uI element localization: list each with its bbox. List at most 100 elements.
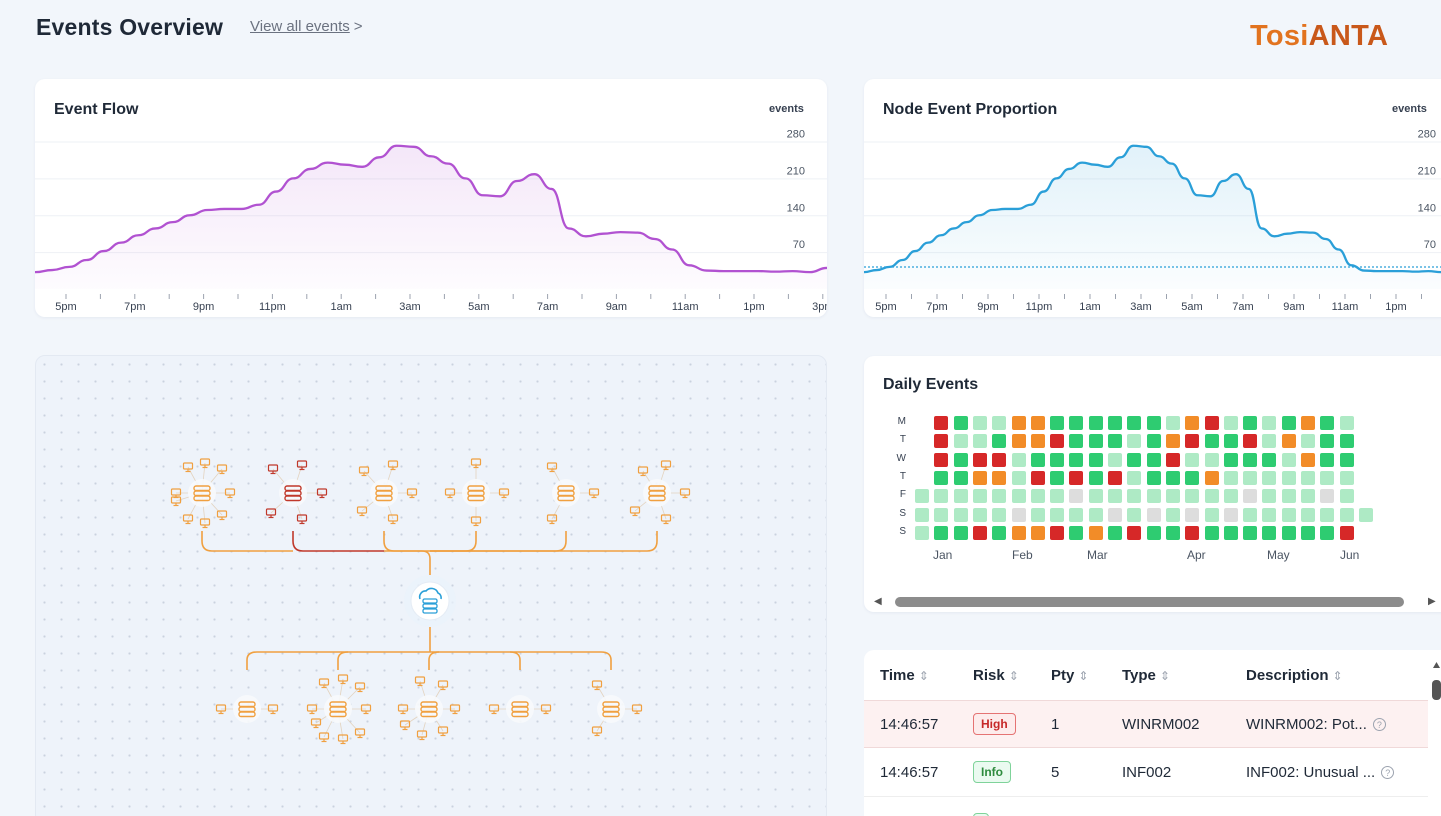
heatmap-cell[interactable] [1262,434,1277,449]
heatmap-cell[interactable] [1301,525,1315,540]
heatmap-cell[interactable] [1069,416,1084,430]
heatmap-cell[interactable] [1204,434,1219,449]
heatmap-cell[interactable] [972,489,987,504]
heatmap-cell[interactable] [1088,525,1103,540]
col-header-risk[interactable]: Risk ⇕ [973,667,1019,684]
col-header-description[interactable]: Description ⇕ [1246,667,1343,684]
heatmap-cell[interactable] [934,452,949,467]
heatmap-cell[interactable] [1165,416,1180,430]
heatmap-cell[interactable] [953,525,968,540]
heatmap-cell[interactable] [1088,489,1103,504]
heatmap-cell[interactable] [1108,489,1122,504]
help-icon[interactable]: ? [1372,718,1386,731]
heatmap-cell[interactable] [1011,470,1026,485]
heatmap-cell[interactable] [1185,525,1200,540]
heatmap-cell[interactable] [1339,416,1354,430]
heatmap-cell[interactable] [992,507,1007,522]
heatmap-cell[interactable] [1204,507,1219,522]
sort-icon[interactable]: ⇕ [1333,669,1343,683]
heatmap-cell[interactable] [1011,434,1026,449]
heatmap-scrollbar[interactable] [895,597,1404,607]
heatmap-cell[interactable] [1281,416,1296,430]
heatmap-cell[interactable] [1320,416,1335,430]
heatmap-cell[interactable] [1281,489,1296,504]
heatmap-cell[interactable] [1050,434,1065,449]
heatmap-cell[interactable] [972,470,987,485]
heatmap-cell[interactable] [1069,452,1084,467]
heatmap-cell[interactable] [1146,434,1161,449]
heatmap-cell[interactable] [1243,470,1258,485]
heatmap-cell[interactable] [934,507,949,522]
heatmap-cell[interactable] [1069,434,1084,449]
heatmap-cell[interactable] [1127,507,1142,522]
heatmap-cell[interactable] [992,416,1007,430]
heatmap-cell[interactable] [1127,525,1142,540]
heatmap-cell[interactable] [1185,489,1200,504]
heatmap-cell[interactable] [1243,416,1258,430]
heatmap-cell[interactable] [1069,525,1084,540]
heatmap-cell[interactable] [1243,525,1258,540]
heatmap-cell[interactable] [1320,470,1335,485]
heatmap-cell[interactable] [1339,507,1354,522]
heatmap-cell[interactable] [1223,489,1238,504]
heatmap-cell[interactable] [1243,507,1258,522]
heatmap-cell[interactable] [1108,507,1122,522]
heatmap-cell[interactable] [953,470,968,485]
heatmap-cell[interactable] [1262,525,1277,540]
heatmap-cell[interactable] [953,507,968,522]
heatmap-cell[interactable] [1127,470,1142,485]
heatmap-cell[interactable] [1146,452,1161,467]
col-header-time[interactable]: Time ⇕ [880,667,929,684]
heatmap-cell[interactable] [1185,507,1200,522]
heatmap-cell[interactable] [1050,470,1065,485]
heatmap-cell[interactable] [1301,489,1315,504]
heatmap-cell[interactable] [934,416,949,430]
heatmap-cell[interactable] [1185,452,1200,467]
heatmap-cell[interactable] [1223,416,1238,430]
heatmap-cell[interactable] [1088,434,1103,449]
heatmap-cell[interactable] [1146,470,1161,485]
heatmap-cell[interactable] [953,489,968,504]
heatmap-cell[interactable] [1011,525,1026,540]
heatmap-cell[interactable] [1223,470,1238,485]
sort-icon[interactable]: ⇕ [1160,669,1170,683]
heatmap-cell[interactable] [1301,416,1315,430]
heatmap-cell[interactable] [1262,489,1277,504]
heatmap-cell[interactable] [972,525,987,540]
heatmap-cell[interactable] [1146,489,1161,504]
heatmap-cell[interactable] [1011,416,1026,430]
heatmap-cell[interactable] [972,416,987,430]
heatmap-cell[interactable] [1030,489,1045,504]
heatmap-cell[interactable] [1146,507,1161,522]
heatmap-cell[interactable] [1243,489,1258,504]
heatmap-cell[interactable] [1069,507,1084,522]
heatmap-cell[interactable] [1262,507,1277,522]
heatmap-cell[interactable] [915,489,929,504]
heatmap-cell[interactable] [915,525,929,540]
heatmap-cell[interactable] [1030,416,1045,430]
heatmap-cell[interactable] [1088,416,1103,430]
heatmap-cell[interactable] [1165,489,1180,504]
heatmap-cell[interactable] [1069,489,1084,504]
heatmap-cell[interactable] [1339,452,1354,467]
heatmap-cell[interactable] [1146,416,1161,430]
heatmap-cell[interactable] [1165,434,1180,449]
heatmap-cell[interactable] [1050,525,1065,540]
heatmap-cell[interactable] [1185,434,1200,449]
heatmap-cell[interactable] [1339,489,1354,504]
heatmap-cell[interactable] [1320,434,1335,449]
heatmap-cell[interactable] [1243,452,1258,467]
heatmap-cell[interactable] [992,452,1007,467]
table-vertical-scrollbar[interactable] [1432,660,1441,700]
heatmap-cell[interactable] [1204,489,1219,504]
heatmap-cell[interactable] [1050,416,1065,430]
heatmap-cell[interactable] [972,507,987,522]
col-header-type[interactable]: Type ⇕ [1122,667,1170,684]
heatmap-cell[interactable] [1339,525,1354,540]
heatmap-cell[interactable] [1108,525,1122,540]
heatmap-cell[interactable] [934,525,949,540]
heatmap-cell[interactable] [972,434,987,449]
heatmap-cell[interactable] [1281,507,1296,522]
heatmap-cell[interactable] [1011,489,1026,504]
heatmap-cell[interactable] [1088,452,1103,467]
